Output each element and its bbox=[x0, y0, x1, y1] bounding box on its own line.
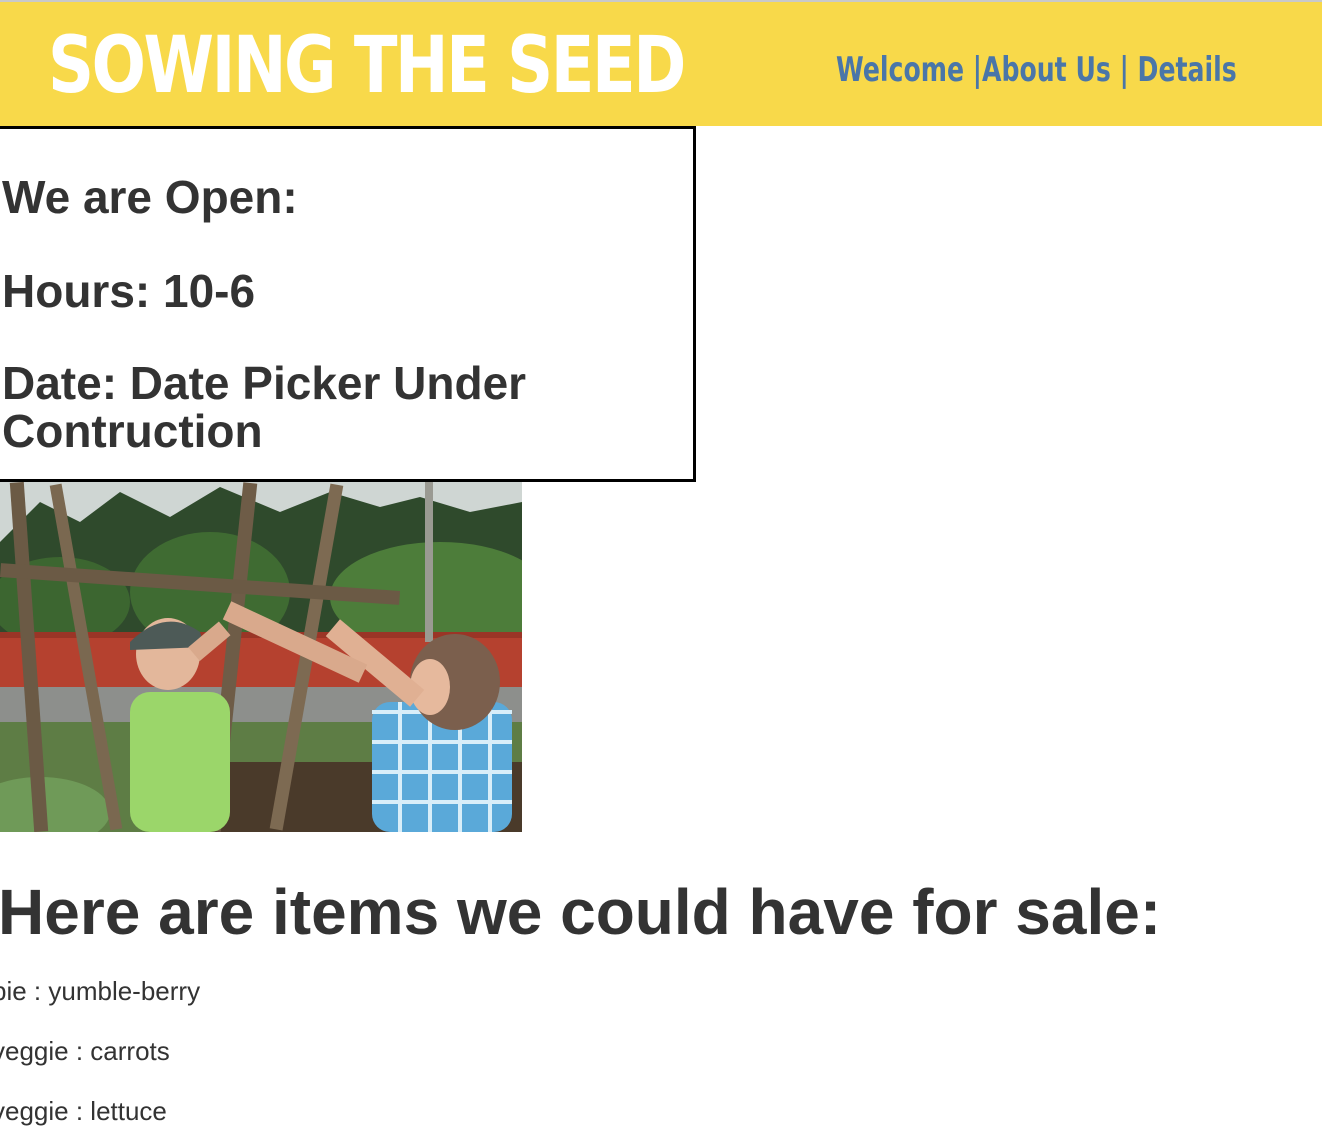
site-title: SOWING THE SEED bbox=[48, 21, 686, 111]
list-item: pie : yumble-berry bbox=[0, 976, 201, 1006]
garden-photo-image bbox=[0, 482, 522, 832]
open-label: We are Open: bbox=[2, 171, 298, 223]
list-item: veggie : carrots bbox=[0, 1036, 170, 1066]
top-nav: Welcome |About Us | Details bbox=[836, 48, 1237, 92]
nav-link-details[interactable]: Details bbox=[1138, 50, 1237, 90]
list-item: veggie : lettuce bbox=[0, 1096, 167, 1126]
site-header: SOWING THE SEED Welcome |About Us | Deta… bbox=[0, 0, 1322, 126]
hours-label: Hours: 10-6 bbox=[2, 265, 256, 317]
nav-separator: | bbox=[1110, 50, 1138, 90]
date-label: Date: Date Picker Under Contruction bbox=[2, 357, 527, 457]
nav-link-about-us[interactable]: About Us bbox=[982, 50, 1111, 90]
garden-photo bbox=[0, 482, 522, 832]
hours-box: We are Open: Hours: 10-6 Date: Date Pick… bbox=[0, 126, 696, 482]
sale-heading: Here are items we could have for sale: bbox=[0, 876, 1162, 948]
nav-link-welcome[interactable]: Welcome | bbox=[836, 50, 982, 90]
